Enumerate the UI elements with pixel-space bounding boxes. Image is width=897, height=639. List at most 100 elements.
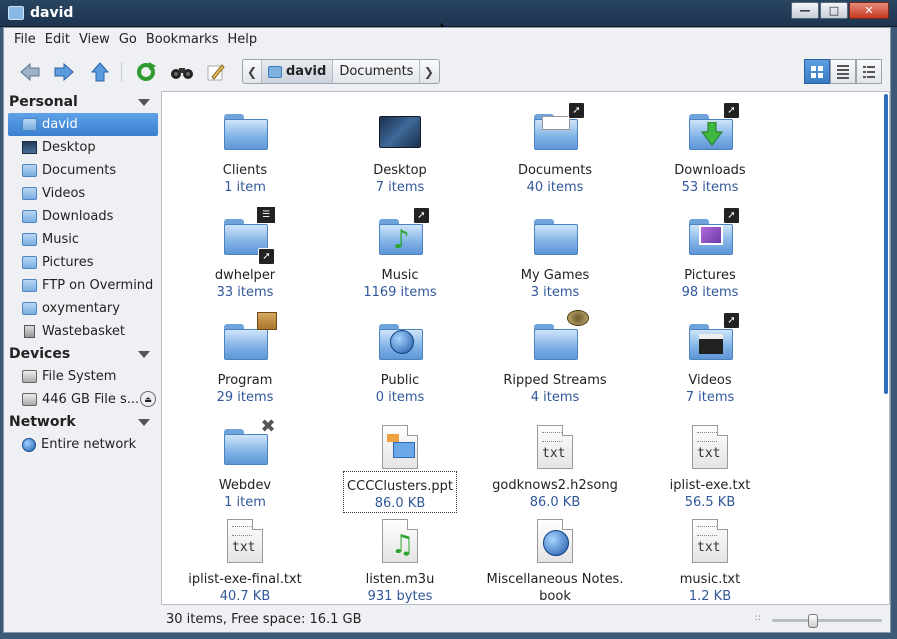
menu-edit[interactable]: Edit bbox=[41, 28, 75, 52]
maximize-button[interactable]: □ bbox=[820, 2, 848, 19]
txt-badge: txt bbox=[542, 446, 566, 461]
view-mode-group bbox=[804, 59, 882, 84]
file-meta: 29 items bbox=[216, 390, 274, 405]
file-item-music-txt[interactable]: txt music.txt 1.2 KB bbox=[635, 517, 785, 604]
forward-button[interactable] bbox=[50, 58, 78, 86]
menubar: File Edit View Go Bookmarks Help bbox=[4, 28, 890, 52]
binoculars-icon bbox=[171, 68, 193, 79]
sidebar-section-network[interactable]: Network bbox=[4, 411, 158, 433]
window-title: david bbox=[30, 5, 74, 21]
toolbar: ❮ david Documents ❯ bbox=[4, 54, 890, 90]
reload-button[interactable] bbox=[132, 58, 160, 86]
file-item-downloads[interactable]: ➚ Downloads 53 items bbox=[635, 102, 785, 196]
sidebar-section-personal[interactable]: Personal bbox=[4, 91, 158, 113]
collapse-triangle-icon[interactable] bbox=[138, 418, 150, 426]
section-title: Network bbox=[9, 414, 76, 430]
home-folder-icon bbox=[8, 6, 24, 20]
menu-bookmarks[interactable]: Bookmarks bbox=[142, 28, 224, 52]
sidebar-item-file-system[interactable]: File System bbox=[4, 365, 158, 388]
pictures-folder-icon bbox=[22, 256, 37, 269]
zoom-slider[interactable] bbox=[772, 614, 882, 628]
collapse-triangle-icon[interactable] bbox=[138, 350, 150, 358]
desktop-icon bbox=[22, 141, 37, 154]
minimize-button[interactable]: — bbox=[791, 2, 819, 19]
menu-file[interactable]: File bbox=[10, 28, 41, 52]
file-meta: 7 items bbox=[375, 180, 425, 195]
file-name: iplist-exe.txt bbox=[669, 478, 751, 493]
sidebar-item-446gb-volume[interactable]: 446 GB File s... ⏏ bbox=[4, 388, 158, 411]
back-button[interactable] bbox=[16, 58, 44, 86]
file-item-videos[interactable]: ➚ Videos 7 items bbox=[635, 312, 785, 406]
path-bar: ❮ david Documents ❯ bbox=[242, 59, 440, 84]
file-meta: 0 items bbox=[375, 390, 425, 405]
file-name: Pictures bbox=[684, 268, 736, 283]
file-meta: 40.7 KB bbox=[219, 589, 271, 604]
edit-location-button[interactable] bbox=[202, 58, 230, 86]
eject-icon[interactable]: ⏏ bbox=[140, 391, 156, 407]
sidebar-item-oxymentary[interactable]: oxymentary bbox=[4, 297, 158, 320]
file-name: Documents bbox=[517, 163, 593, 178]
file-item-iplist-exe-final-txt[interactable]: txt iplist-exe-final.txt 40.7 KB bbox=[170, 517, 320, 604]
file-item-clients[interactable]: Clients 1 item bbox=[170, 108, 320, 196]
sidebar-section-devices[interactable]: Devices bbox=[4, 343, 158, 365]
file-meta: 1 item bbox=[224, 180, 266, 195]
file-item-pictures[interactable]: ➚ Pictures 98 items bbox=[635, 207, 785, 301]
sidebar-item-label: Documents bbox=[42, 163, 117, 178]
chevron-right-icon: ❯ bbox=[423, 64, 434, 79]
compact-view-button[interactable] bbox=[830, 59, 856, 84]
sidebar-item-entire-network[interactable]: Entire network bbox=[4, 433, 158, 456]
file-meta: 98 items bbox=[681, 285, 739, 300]
path-segment-home[interactable]: david bbox=[261, 60, 333, 83]
path-segment-label: david bbox=[286, 64, 327, 79]
file-item-ripped-streams[interactable]: Ripped Streams 4 items bbox=[480, 310, 630, 406]
file-name: CCCClusters.ppt bbox=[347, 479, 453, 494]
speaker-emblem-icon bbox=[567, 310, 589, 326]
file-icon-view: Clients 1 item Desktop 7 items ➚ Documen… bbox=[161, 91, 890, 605]
find-button[interactable] bbox=[168, 58, 196, 86]
sidebar-item-music[interactable]: Music bbox=[4, 228, 158, 251]
file-item-music[interactable]: ♪ ➚ Music 1169 items bbox=[325, 207, 475, 301]
icon-view-button[interactable] bbox=[804, 59, 830, 84]
file-name: godknows2.h2song bbox=[492, 478, 618, 493]
file-item-listen-m3u[interactable]: ♫ listen.m3u 931 bytes bbox=[325, 517, 475, 604]
path-scroll-left-button[interactable]: ❮ bbox=[243, 60, 261, 83]
title-bar: david — □ ✕ bbox=[0, 0, 897, 27]
path-scroll-right-button[interactable]: ❯ bbox=[419, 60, 437, 83]
remote-folder-icon bbox=[22, 279, 37, 292]
file-meta: 3 items bbox=[530, 285, 580, 300]
sidebar-item-videos[interactable]: Videos bbox=[4, 182, 158, 205]
vertical-scrollbar[interactable] bbox=[884, 94, 888, 394]
close-button[interactable]: ✕ bbox=[849, 2, 889, 19]
file-item-my-games[interactable]: My Games 3 items bbox=[480, 213, 630, 301]
file-name: Public bbox=[380, 373, 420, 388]
sidebar-item-pictures[interactable]: Pictures bbox=[4, 251, 158, 274]
file-item-dwhelper[interactable]: ☰ ➚ dwhelper 33 items bbox=[170, 207, 320, 301]
file-item-desktop[interactable]: Desktop 7 items bbox=[325, 108, 475, 196]
file-item-cccclusters-ppt[interactable]: CCCClusters.ppt 86.0 KB bbox=[325, 423, 475, 513]
file-item-program[interactable]: Program 29 items bbox=[170, 312, 320, 406]
file-item-iplist-exe-txt[interactable]: txt iplist-exe.txt 56.5 KB bbox=[635, 423, 785, 511]
sidebar-item-documents[interactable]: Documents bbox=[4, 159, 158, 182]
file-name: Videos bbox=[688, 373, 732, 388]
zoom-slider-track[interactable] bbox=[772, 619, 882, 622]
sidebar-item-desktop[interactable]: Desktop bbox=[4, 136, 158, 159]
menu-go[interactable]: Go bbox=[115, 28, 142, 52]
menu-help[interactable]: Help bbox=[223, 28, 262, 52]
sidebar-item-label: Wastebasket bbox=[42, 324, 126, 339]
zoom-slider-handle[interactable] bbox=[808, 614, 818, 628]
sidebar-item-ftp-overmind[interactable]: FTP on Overmind bbox=[4, 274, 158, 297]
sidebar-item-downloads[interactable]: Downloads bbox=[4, 205, 158, 228]
collapse-triangle-icon[interactable] bbox=[138, 98, 150, 106]
list-view-button[interactable] bbox=[856, 59, 882, 84]
path-segment-documents[interactable]: Documents bbox=[332, 60, 419, 83]
file-item-documents[interactable]: ➚ Documents 40 items bbox=[480, 102, 630, 196]
file-item-godknows2-h2song[interactable]: txt godknows2.h2song 86.0 KB bbox=[480, 423, 630, 511]
menu-view[interactable]: View bbox=[75, 28, 115, 52]
sidebar-item-david[interactable]: david bbox=[8, 113, 158, 136]
up-button[interactable] bbox=[86, 58, 114, 86]
places-sidebar: Personal david Desktop Documents Videos … bbox=[4, 91, 158, 607]
sidebar-item-wastebasket[interactable]: Wastebasket bbox=[4, 320, 158, 343]
file-item-miscellaneous-notes-book[interactable]: Miscellaneous Notes. book bbox=[480, 517, 630, 604]
file-item-webdev[interactable]: ✖ Webdev 1 item bbox=[170, 416, 320, 511]
file-item-public[interactable]: Public 0 items bbox=[325, 318, 475, 406]
